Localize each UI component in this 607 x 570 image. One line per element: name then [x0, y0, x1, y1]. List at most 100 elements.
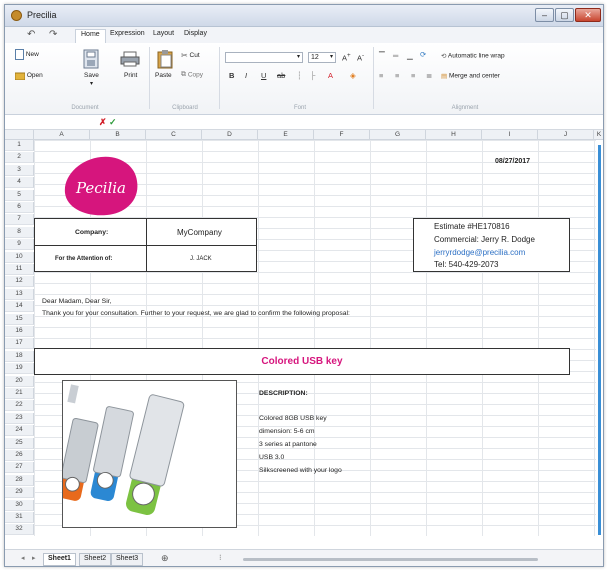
redo-icon[interactable]: ↷	[49, 29, 57, 40]
shrink-font-icon[interactable]: A-	[357, 52, 364, 63]
column-header[interactable]: B	[90, 130, 146, 140]
add-sheet-icon[interactable]: ⊕	[161, 553, 169, 564]
minimize-button[interactable]: –	[535, 8, 554, 22]
close-button[interactable]: ✕	[575, 8, 601, 22]
tab-home[interactable]: Home	[75, 29, 106, 43]
row-header[interactable]: 1	[5, 140, 34, 151]
justify-icon[interactable]: ≣	[426, 71, 432, 80]
row-header[interactable]: 26	[5, 450, 34, 461]
save-button[interactable]: Save	[84, 72, 99, 79]
row-header[interactable]: 23	[5, 412, 34, 424]
row-header[interactable]: 27	[5, 462, 34, 474]
next-sheet-icon[interactable]: ▸	[32, 554, 36, 562]
border-style-icon[interactable]: ├	[310, 71, 315, 80]
sheet-tab-bar: ◂ ▸ Sheet1 Sheet2 Sheet3 ⊕ ⁝	[5, 549, 603, 566]
wrap-text-button[interactable]: ⟲ Automatic line wrap	[441, 52, 505, 60]
row-header[interactable]: 29	[5, 487, 34, 499]
email-link[interactable]: jerryrdodge@precilia.com	[434, 248, 525, 257]
row-header[interactable]: 6	[5, 202, 34, 213]
font-name-select[interactable]: ▾	[225, 52, 303, 63]
row-header[interactable]: 21	[5, 388, 34, 399]
row-header[interactable]: 30	[5, 499, 34, 511]
column-header[interactable]: J	[538, 130, 594, 140]
column-header[interactable]: A	[34, 130, 90, 140]
row-header[interactable]: 19	[5, 363, 34, 375]
column-header[interactable]: C	[146, 130, 202, 140]
row-header[interactable]: 28	[5, 474, 34, 486]
italic-button[interactable]: I	[245, 71, 247, 80]
prev-sheet-icon[interactable]: ◂	[21, 554, 25, 562]
column-header[interactable]: F	[314, 130, 370, 140]
row-header[interactable]: 22	[5, 400, 34, 412]
row-header[interactable]: 20	[5, 375, 34, 387]
row-header[interactable]: 16	[5, 326, 34, 337]
greeting-text: Dear Madam, Dear Sir,	[42, 298, 112, 305]
formula-bar[interactable]: ✗ ✓	[5, 116, 603, 130]
client-info-box: Company: MyCompany For the Attention of:…	[34, 218, 257, 272]
align-right-icon[interactable]: ≡	[411, 71, 415, 80]
font-size-select[interactable]: 12 ▾	[308, 52, 336, 63]
align-middle-icon[interactable]: ═	[393, 51, 398, 60]
copy-button[interactable]: ⧉ Copy	[181, 71, 203, 79]
strikethrough-button[interactable]: ab	[277, 71, 285, 80]
row-header[interactable]: 2	[5, 152, 34, 164]
font-color-icon[interactable]: A	[328, 71, 333, 80]
open-button[interactable]: Open	[15, 71, 43, 80]
sheet-tab[interactable]: Sheet3	[111, 553, 144, 566]
maximize-button[interactable]: ▢	[555, 8, 574, 22]
row-header[interactable]: 3	[5, 164, 34, 176]
tab-splitter-icon[interactable]: ⁝	[219, 553, 222, 562]
column-header[interactable]: I	[482, 130, 538, 140]
bold-button[interactable]: B	[229, 71, 234, 80]
align-top-icon[interactable]: ▔	[379, 51, 385, 60]
row-header[interactable]: 15	[5, 313, 34, 325]
print-button[interactable]: Print	[124, 72, 137, 79]
column-header[interactable]: G	[370, 130, 426, 140]
row-header[interactable]: 31	[5, 512, 34, 523]
sheet-tab[interactable]: Sheet1	[43, 553, 76, 566]
row-header[interactable]: 11	[5, 264, 34, 275]
column-header[interactable]: D	[202, 130, 258, 140]
confirm-edit-icon[interactable]: ✓	[109, 117, 117, 128]
rotate-text-icon[interactable]: ⟳	[420, 50, 426, 59]
column-header[interactable]: H	[426, 130, 482, 140]
underline-button[interactable]: U	[261, 71, 266, 80]
new-button[interactable]: New	[15, 49, 39, 60]
row-header[interactable]: 13	[5, 288, 34, 300]
row-header[interactable]: 10	[5, 251, 34, 263]
tab-layout[interactable]: Layout	[148, 29, 179, 43]
row-header[interactable]: 32	[5, 524, 34, 536]
tab-expression[interactable]: Expression	[105, 29, 150, 43]
row-header[interactable]: 12	[5, 276, 34, 288]
select-all-corner[interactable]	[5, 130, 34, 140]
row-header[interactable]: 14	[5, 301, 34, 313]
paste-button[interactable]: Paste	[155, 72, 172, 79]
row-header[interactable]: 5	[5, 189, 34, 201]
usb-keys-image	[62, 380, 237, 528]
row-header[interactable]: 17	[5, 338, 34, 350]
column-header[interactable]: K	[594, 130, 603, 140]
horizontal-scrollbar[interactable]	[243, 558, 538, 561]
tab-display[interactable]: Display	[179, 29, 212, 43]
border-icon[interactable]: ┆	[297, 71, 302, 80]
merge-center-button[interactable]: ▤ Merge and center	[441, 72, 500, 80]
undo-icon[interactable]: ↶	[27, 29, 35, 40]
sheet-tab[interactable]: Sheet2	[79, 553, 112, 566]
grow-font-icon[interactable]: A+	[342, 52, 351, 63]
cancel-edit-icon[interactable]: ✗	[99, 117, 107, 128]
row-header[interactable]: 24	[5, 425, 34, 437]
column-header[interactable]: E	[258, 130, 314, 140]
align-bottom-icon[interactable]: ▁	[407, 51, 413, 60]
row-header[interactable]: 25	[5, 437, 34, 449]
align-center-icon[interactable]: ≡	[395, 71, 399, 80]
vertical-scrollbar[interactable]	[598, 145, 601, 535]
row-header[interactable]: 4	[5, 177, 34, 189]
fill-color-icon[interactable]: ◈	[350, 71, 356, 80]
cut-button[interactable]: ✂ Cut	[181, 51, 200, 60]
save-dropdown-icon[interactable]: ▾	[90, 80, 93, 87]
row-header[interactable]: 9	[5, 239, 34, 251]
row-header[interactable]: 7	[5, 214, 34, 226]
row-header[interactable]: 8	[5, 226, 34, 238]
align-left-icon[interactable]: ≡	[379, 71, 383, 80]
row-header[interactable]: 18	[5, 350, 34, 362]
